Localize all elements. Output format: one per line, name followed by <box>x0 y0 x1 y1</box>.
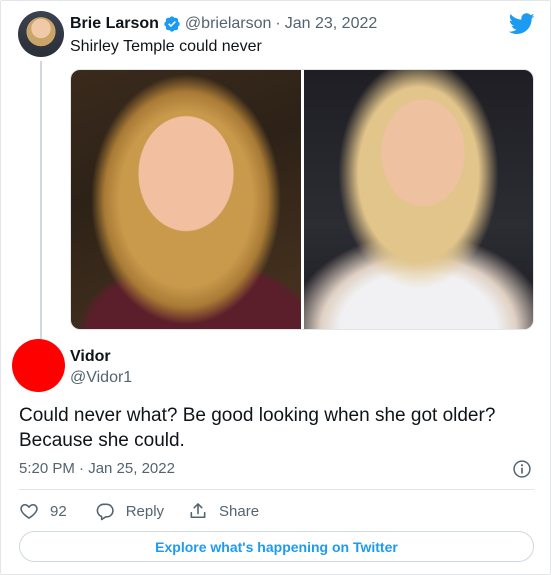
share-button[interactable]: Share <box>188 501 259 521</box>
parent-tweet-media[interactable] <box>70 69 534 330</box>
child-portrait-photo[interactable] <box>71 70 301 329</box>
actions-divider <box>19 489 534 490</box>
info-icon[interactable] <box>512 459 532 479</box>
heart-icon <box>20 503 38 519</box>
tweet-actions-bar: 92 Reply Share <box>19 499 259 523</box>
share-upload-icon <box>190 503 206 519</box>
verified-badge-icon <box>164 16 180 32</box>
reply-tweet-text: Could never what? Be good looking when s… <box>19 405 496 451</box>
like-button[interactable]: 92 <box>19 501 67 521</box>
adult-portrait-photo[interactable] <box>304 70 533 329</box>
embedded-tweet-card: Brie Larson @brielarson · Jan 23, 2022 S… <box>0 0 551 575</box>
explore-twitter-button[interactable]: Explore what's happening on Twitter <box>19 531 534 562</box>
thread-connector-line <box>40 61 42 339</box>
reply-author-name[interactable]: Vidor <box>70 348 111 366</box>
header-separator: · <box>275 15 281 32</box>
parent-tweet-date[interactable]: Jan 23, 2022 <box>285 15 378 33</box>
reply-author-handle[interactable]: @Vidor1 <box>70 369 132 387</box>
reply-timestamp[interactable]: 5:20 PM · Jan 25, 2022 <box>19 460 175 477</box>
parent-author-handle[interactable]: @brielarson <box>185 15 272 33</box>
like-count: 92 <box>50 502 67 520</box>
reply-bubble-icon <box>96 503 114 521</box>
reply-label: Reply <box>125 502 165 520</box>
parent-tweet-header: Brie Larson @brielarson · Jan 23, 2022 <box>70 14 377 34</box>
reply-author-avatar[interactable] <box>12 339 65 392</box>
parent-tweet-text: Shirley Temple could never <box>70 38 262 55</box>
share-label: Share <box>219 502 260 520</box>
parent-author-avatar[interactable] <box>18 11 64 57</box>
twitter-bird-icon[interactable] <box>509 13 535 35</box>
reply-button[interactable]: Reply <box>95 501 164 521</box>
parent-author-name[interactable]: Brie Larson <box>70 15 159 33</box>
